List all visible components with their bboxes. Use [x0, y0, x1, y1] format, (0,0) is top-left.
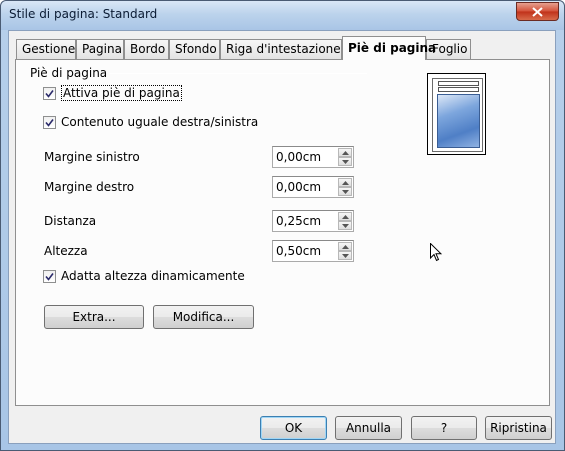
spacing-value[interactable]: 0,25cm — [276, 214, 321, 228]
autofit-option[interactable]: Adatta altezza dinamicamente — [43, 269, 245, 283]
checkmark-icon — [45, 118, 54, 127]
triangle-down-icon — [341, 189, 349, 194]
tab-panel: Piè di pagina Attiva piè di pagina Conte… — [15, 59, 550, 406]
left-margin-down-button[interactable] — [338, 157, 352, 166]
triangle-down-icon — [341, 253, 349, 258]
height-label: Altezza — [44, 244, 88, 258]
dialog-window: Stile di pagina: Standard Gestione Pagin… — [0, 0, 565, 451]
left-margin-up-button[interactable] — [338, 148, 352, 157]
help-button[interactable]: ? — [411, 416, 477, 440]
enable-footer-checkbox[interactable] — [43, 86, 56, 100]
autofit-checkbox[interactable] — [43, 269, 56, 283]
height-field[interactable]: 0,50cm — [272, 240, 354, 262]
tab-pagina[interactable]: Pagina — [76, 39, 124, 59]
tab-gestione[interactable]: Gestione — [16, 39, 76, 59]
mouse-pointer-icon — [430, 243, 442, 262]
window-title: Stile di pagina: Standard — [9, 7, 158, 21]
close-icon — [532, 6, 543, 17]
spacing-up-button[interactable] — [338, 212, 352, 221]
same-content-checkbox[interactable] — [43, 115, 56, 129]
title-bar[interactable]: Stile di pagina: Standard — [1, 1, 564, 30]
more-button[interactable]: Extra... — [44, 305, 144, 329]
triangle-up-icon — [341, 214, 349, 219]
cancel-button[interactable]: Annulla — [335, 416, 402, 440]
enable-footer-label: Attiva piè di pagina — [61, 85, 182, 101]
checkmark-icon — [45, 272, 54, 281]
right-margin-value[interactable]: 0,00cm — [276, 180, 321, 194]
edit-button[interactable]: Modifica... — [153, 305, 254, 329]
left-margin-label: Margine sinistro — [44, 150, 140, 164]
preview-background-image — [437, 94, 480, 148]
group-divider — [109, 73, 367, 74]
tab-riga-intestazione[interactable]: Riga d'intestazione — [220, 39, 342, 59]
same-content-label: Contenuto uguale destra/sinistra — [61, 115, 259, 129]
same-content-option[interactable]: Contenuto uguale destra/sinistra — [43, 115, 258, 129]
autofit-label: Adatta altezza dinamicamente — [61, 269, 245, 283]
right-margin-down-button[interactable] — [338, 187, 352, 196]
preview-page — [432, 78, 483, 152]
tab-pie-di-pagina[interactable]: Piè di pagina — [342, 36, 436, 60]
reset-button[interactable]: Ripristina — [485, 416, 552, 440]
triangle-up-icon — [341, 244, 349, 249]
right-margin-field[interactable]: 0,00cm — [272, 176, 354, 198]
triangle-up-icon — [341, 150, 349, 155]
spacing-down-button[interactable] — [338, 221, 352, 230]
left-margin-value[interactable]: 0,00cm — [276, 150, 321, 164]
group-label: Piè di pagina — [30, 66, 108, 80]
tab-sfondo[interactable]: Sfondo — [169, 39, 220, 59]
height-up-button[interactable] — [338, 242, 352, 251]
enable-footer-option[interactable]: Attiva piè di pagina — [43, 85, 182, 101]
checkmark-icon — [45, 89, 54, 98]
close-button[interactable] — [516, 2, 559, 21]
left-margin-field[interactable]: 0,00cm — [272, 146, 354, 168]
height-down-button[interactable] — [338, 251, 352, 260]
page-preview — [427, 73, 486, 155]
right-margin-label: Margine destro — [44, 180, 135, 194]
height-value[interactable]: 0,50cm — [276, 244, 321, 258]
spacing-field[interactable]: 0,25cm — [272, 210, 354, 232]
triangle-down-icon — [341, 223, 349, 228]
right-margin-up-button[interactable] — [338, 178, 352, 187]
triangle-down-icon — [341, 159, 349, 164]
tab-bordo[interactable]: Bordo — [124, 39, 169, 59]
ok-button[interactable]: OK — [260, 416, 327, 440]
spacing-label: Distanza — [44, 214, 97, 228]
preview-grid-icon — [438, 81, 479, 92]
dialog-client: Gestione Pagina Bordo Sfondo Riga d'inte… — [8, 30, 556, 444]
triangle-up-icon — [341, 180, 349, 185]
